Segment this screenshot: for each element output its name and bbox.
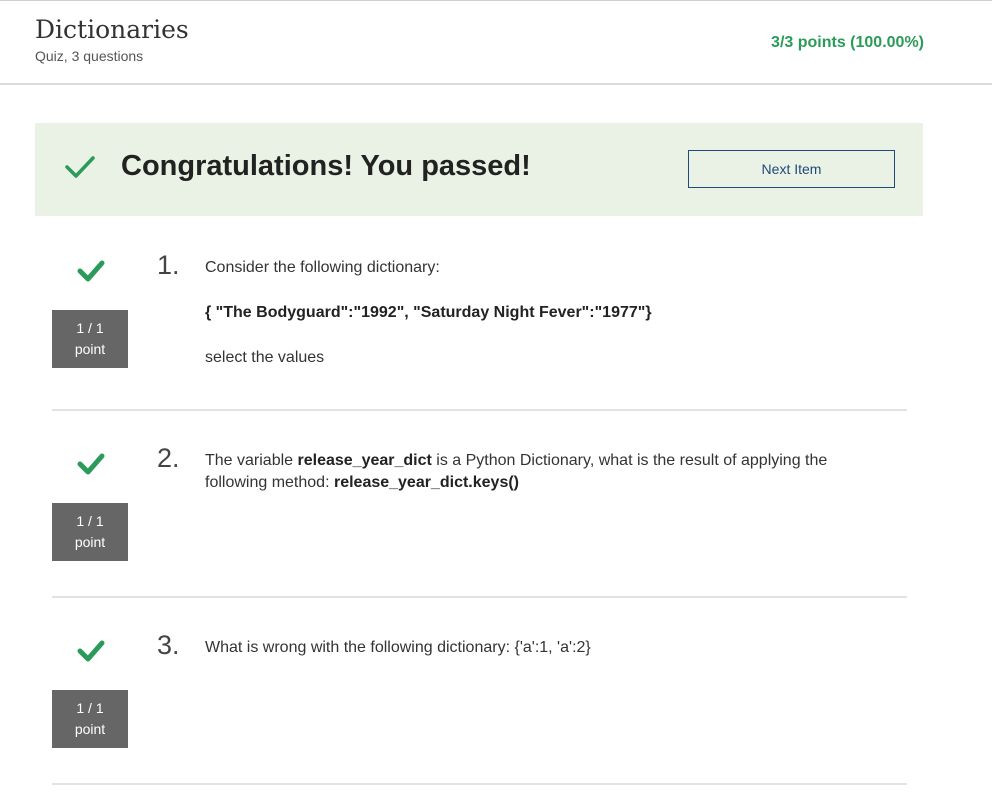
quiz-subtitle: Quiz, 3 questions xyxy=(35,48,144,64)
question-divider xyxy=(52,783,907,785)
points-badge: 1 / 1 point xyxy=(52,503,128,561)
points-label: point xyxy=(74,341,106,357)
points-score: 1 / 1 xyxy=(76,700,104,716)
question-code: { "The Bodyguard":"1992", "Saturday Nigh… xyxy=(205,304,652,321)
pass-banner: Congratulations! You passed! Next Item xyxy=(35,123,923,216)
next-item-button[interactable]: Next Item xyxy=(688,150,895,188)
check-icon xyxy=(77,640,105,662)
score-summary: 3/3 points (100.00%) xyxy=(771,34,924,51)
question-instruction: select the values xyxy=(205,349,325,366)
question-text: What is wrong with the following diction… xyxy=(205,639,591,656)
question-divider xyxy=(52,596,907,598)
quiz-header: Dictionaries Quiz, 3 questions 3/3 point… xyxy=(0,1,992,85)
question-number: 2. xyxy=(157,443,180,473)
question-text-part: The variable xyxy=(205,452,298,469)
points-label: point xyxy=(74,721,106,737)
check-icon xyxy=(77,260,105,282)
question-number: 3. xyxy=(157,630,180,660)
question-number: 1. xyxy=(157,250,180,280)
points-badge: 1 / 1 point xyxy=(52,690,128,748)
points-badge: 1 / 1 point xyxy=(52,310,128,368)
check-icon xyxy=(65,156,95,178)
quiz-title: Dictionaries xyxy=(35,15,189,44)
pass-message: Congratulations! You passed! xyxy=(121,150,531,182)
variable-name: release_year_dict xyxy=(297,452,432,469)
method-call: release_year_dict.keys() xyxy=(333,474,519,491)
points-label: point xyxy=(74,534,106,550)
question-text: The variable release_year_dict is a Pyth… xyxy=(205,450,865,494)
question-divider xyxy=(52,409,907,411)
check-icon xyxy=(77,453,105,475)
points-score: 1 / 1 xyxy=(76,513,104,529)
question-text: Consider the following dictionary: xyxy=(205,259,440,276)
points-score: 1 / 1 xyxy=(76,320,104,336)
